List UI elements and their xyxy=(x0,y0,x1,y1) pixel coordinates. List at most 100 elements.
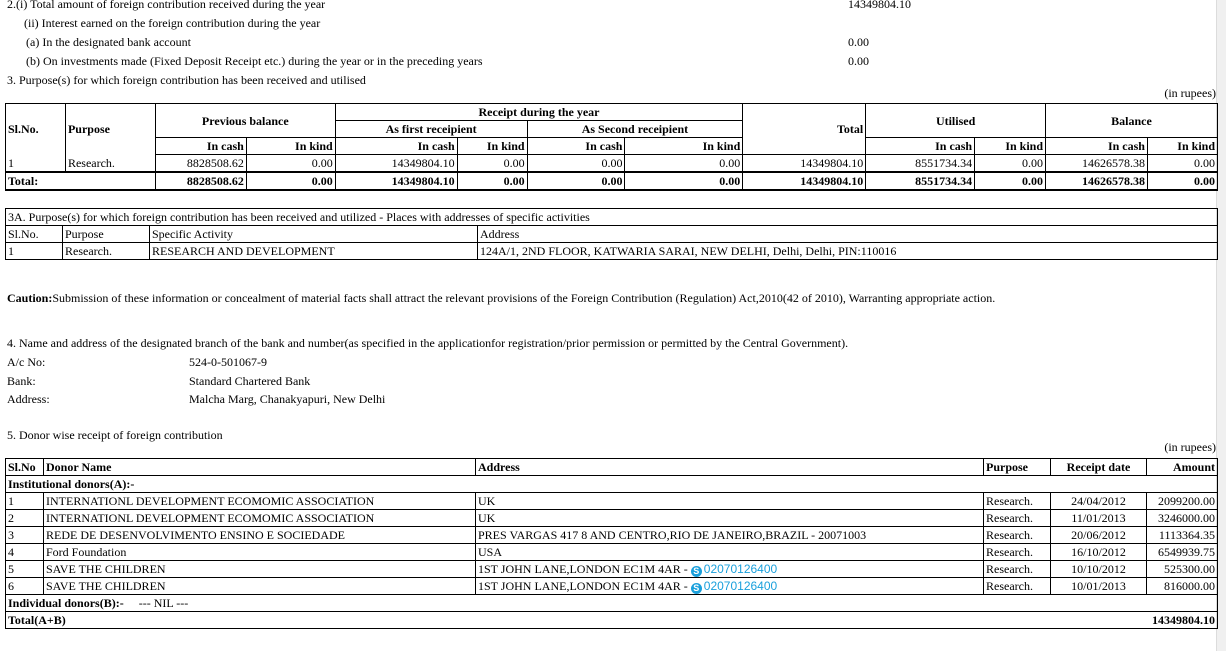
caution-text: Submission of these information or conce… xyxy=(52,291,996,305)
donor-address-text: UK xyxy=(478,494,496,508)
total-row: Total: 8828508.62 0.00 14349804.10 0.00 … xyxy=(5,171,1219,191)
cell-donor-amount: 3246000.00 xyxy=(1146,509,1218,527)
bank-value: Standard Chartered Bank xyxy=(189,374,311,388)
cell-donor-amount: 816000.00 xyxy=(1146,577,1218,595)
table-row: 1 Research. 8828508.62 0.00 14349804.10 … xyxy=(5,154,1219,173)
col-prev-kind: In kind xyxy=(245,137,336,155)
section2-line-b-value: 0.00 xyxy=(848,54,869,68)
section2-line-a: (a) In the designated bank account xyxy=(26,35,191,49)
col-second-cash: In cash xyxy=(526,137,626,155)
bank-label: Bank: xyxy=(7,374,36,388)
total-first-kind: 0.00 xyxy=(456,171,528,191)
cell-donor-address: UK xyxy=(475,509,984,527)
phone-link[interactable]: 02070126400 xyxy=(704,579,777,593)
col-donor-amount: Amount xyxy=(1146,458,1218,476)
skype-icon[interactable]: S xyxy=(690,583,702,594)
cell-donor-slno: 5 xyxy=(5,560,44,578)
donor-address-text: 1ST JOHN LANE,LONDON EC1M 4AR - xyxy=(478,562,691,576)
cell-second-cash: 0.00 xyxy=(526,154,626,173)
cell-donor-name: INTERNATIONL DEVELOPMENT ECOMOMIC ASSOCI… xyxy=(43,509,476,527)
cell-3a-purpose: Research. xyxy=(62,242,150,260)
col-slno: Sl.No. xyxy=(5,103,66,155)
total-util-kind: 0.00 xyxy=(974,171,1047,191)
col-utilised: Utilised xyxy=(865,103,1047,138)
cell-donor-address: PRES VARGAS 417 8 AND CENTRO,RIO DE JANE… xyxy=(475,526,984,544)
col-purpose: Purpose xyxy=(64,103,156,155)
address-value: Malcha Marg, Chanakyapuri, New Delhi xyxy=(189,392,386,406)
total-first-cash: 14349804.10 xyxy=(334,171,458,191)
cell-util-kind: 0.00 xyxy=(974,154,1047,173)
total-util-cash: 8551734.34 xyxy=(865,171,976,191)
total-total: 14349804.10 xyxy=(742,171,867,191)
col-previous-balance: Previous balance xyxy=(154,103,336,138)
col-donor-date: Receipt date xyxy=(1050,458,1147,476)
section3-unit: (in rupees) xyxy=(1164,86,1216,100)
col-first-cash: In cash xyxy=(334,137,458,155)
col-bal-kind: In kind xyxy=(1146,137,1219,155)
cell-donor-slno: 4 xyxy=(5,543,44,561)
donor-address-text: USA xyxy=(478,545,503,559)
col-bal-cash: In cash xyxy=(1045,137,1148,155)
cell-first-kind: 0.00 xyxy=(456,154,528,173)
table-row: 1 INTERNATIONL DEVELOPMENT ECOMOMIC ASSOC… xyxy=(5,492,1218,510)
cell-prev-kind: 0.00 xyxy=(245,154,336,173)
col-first-recipient: As first receipient xyxy=(334,120,528,138)
cell-total: 14349804.10 xyxy=(742,154,867,173)
col-util-cash: In cash xyxy=(865,137,976,155)
cell-prev-cash: 8828508.62 xyxy=(154,154,247,173)
cell-donor-address: 1ST JOHN LANE,LONDON EC1M 4AR - S 0207012… xyxy=(475,560,984,578)
cell-donor-date: 16/10/2012 xyxy=(1050,543,1147,561)
table-row: 6 SAVE THE CHILDREN 1ST JOHN LANE,LONDON E… xyxy=(5,577,1218,595)
cell-donor-name: SAVE THE CHILDREN xyxy=(43,560,476,578)
total-bal-cash: 14626578.38 xyxy=(1045,171,1148,191)
section2-line-ii: (ii) Interest earned on the foreign cont… xyxy=(24,16,321,30)
institutional-label: Institutional donors(A):- xyxy=(5,475,1218,493)
cell-3a-activity: RESEARCH AND DEVELOPMENT xyxy=(149,242,478,260)
cell-donor-date: 24/04/2012 xyxy=(1050,492,1147,510)
col-total: Total xyxy=(742,103,867,155)
col-second-kind: In kind xyxy=(624,137,744,155)
cell-donor-name: REDE DE DESENVOLVIMENTO ENSINO E SOCIEDA… xyxy=(43,526,476,544)
skype-icon[interactable]: S xyxy=(690,566,702,577)
total-bal-kind: 0.00 xyxy=(1146,171,1219,191)
total-second-kind: 0.00 xyxy=(624,171,744,191)
phone-link[interactable]: 02070126400 xyxy=(704,562,777,576)
section5-unit: (in rupees) xyxy=(1164,440,1216,454)
cell-donor-address: 1ST JOHN LANE,LONDON EC1M 4AR - S 0207012… xyxy=(475,577,984,595)
cell-donor-purpose: Research. xyxy=(983,560,1051,578)
cell-donor-amount: 525300.00 xyxy=(1146,560,1218,578)
address-label: Address: xyxy=(7,392,50,406)
cell-donor-date: 10/10/2012 xyxy=(1050,560,1147,578)
col-util-kind: In kind xyxy=(974,137,1047,155)
section3a-heading: 3A. Purpose(s) for which foreign contrib… xyxy=(5,208,1218,226)
cell-donor-slno: 2 xyxy=(5,509,44,527)
cell-bal-kind: 0.00 xyxy=(1146,154,1219,173)
donor-address-text: PRES VARGAS 417 8 AND CENTRO,RIO DE JANE… xyxy=(478,528,867,542)
col-donor-name: Donor Name xyxy=(43,458,476,476)
cell-donor-amount: 2099200.00 xyxy=(1146,492,1218,510)
cell-second-kind: 0.00 xyxy=(624,154,744,173)
individual-row: Individual donors(B):- --- NIL --- xyxy=(5,594,1218,612)
donor-address-text: 1ST JOHN LANE,LONDON EC1M 4AR - xyxy=(478,579,691,593)
cell-donor-date: 20/06/2012 xyxy=(1050,526,1147,544)
cell-donor-address: UK xyxy=(475,492,984,510)
col-donor-address: Address xyxy=(475,458,984,476)
total-second-cash: 0.00 xyxy=(526,171,626,191)
caution-label: Caution: xyxy=(7,291,53,305)
col-3a-slno: Sl.No. xyxy=(5,225,63,243)
cell-donor-slno: 1 xyxy=(5,492,44,510)
cell-bal-cash: 14626578.38 xyxy=(1045,154,1148,173)
section4-heading: 4. Name and address of the designated br… xyxy=(7,336,849,350)
cell-3a-address: 124A/1, 2ND FLOOR, KATWARIA SARAI, NEW D… xyxy=(477,242,1218,260)
table-row: 3 REDE DE DESENVOLVIMENTO ENSINO E SOCIED… xyxy=(5,526,1218,544)
table-row: 2 INTERNATIONL DEVELOPMENT ECOMOMIC ASSOC… xyxy=(5,509,1218,527)
col-receipt-year: Receipt during the year xyxy=(334,103,744,121)
col-second-recipient: As Second receipient xyxy=(526,120,744,138)
section5-heading: 5. Donor wise receipt of foreign contrib… xyxy=(7,428,223,442)
grand-total-label: Total(A+B) xyxy=(5,611,1147,629)
cell-slno: 1 xyxy=(5,154,66,173)
ac-label: A/c No: xyxy=(7,355,46,369)
section2-line-b: (b) On investments made (Fixed Deposit R… xyxy=(26,54,483,68)
cell-donor-purpose: Research. xyxy=(983,526,1051,544)
cell-donor-amount: 1113364.35 xyxy=(1146,526,1218,544)
